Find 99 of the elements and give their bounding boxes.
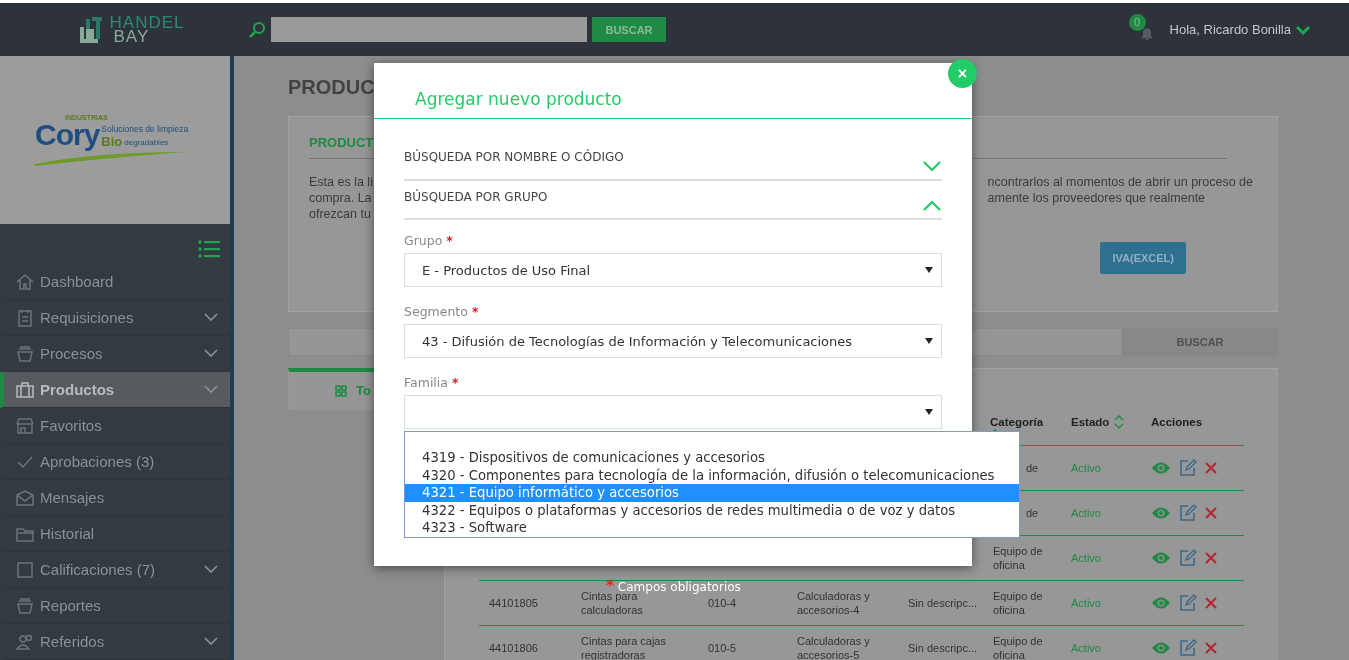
search-icon[interactable] [248,20,266,39]
eye-icon[interactable] [1151,506,1171,520]
close-button[interactable]: × [948,59,977,88]
caret-icon [925,338,933,344]
sidebar-item[interactable]: Calificaciones (7) [0,552,230,588]
chevron-down-icon[interactable] [204,637,218,646]
eye-icon[interactable] [1151,641,1171,655]
chevron-down-icon[interactable] [204,349,218,358]
logo-text: Soluciones de limpieza [101,124,189,135]
sidebar-item[interactable]: Aprobaciones (3) [0,444,230,480]
delete-icon[interactable] [1205,552,1217,564]
table-cell: Sin descripc... [908,597,978,609]
edit-icon[interactable] [1179,504,1197,522]
user-greeting[interactable]: Hola, Ricardo Bonilla [1169,22,1291,37]
table-cell: Sin descripc... [908,642,978,654]
excel-button[interactable]: IVA(EXCEL) [1100,242,1186,274]
sidebar-item[interactable]: Reportes [0,588,230,624]
chevron-up-icon[interactable] [922,200,942,212]
logo-text: BAY [113,29,150,44]
status-text: Activo [1071,597,1101,609]
clipboard-icon [15,307,35,328]
accordion-header[interactable]: BÚSQUEDA POR GRUPO [404,181,942,220]
sidebar-item[interactable]: Requisiciones [0,300,230,336]
dropdown-option[interactable]: 4320 - Componentes para tecnología de la información, difusión o telecomunicaciones [405,466,1019,484]
chevron-down-icon[interactable] [1295,24,1311,35]
table-cell: 010-5 [708,642,737,654]
eye-icon[interactable] [1151,596,1171,610]
sidebar-item[interactable]: Productos [0,372,230,408]
select-field[interactable] [404,395,942,429]
card-text: ncontrarlos al momentos de abrir un proceso de amente los proveedores que realmente [987,174,1253,207]
table-cell: 010-4 [708,597,737,609]
dropdown-option[interactable]: 4321 - Equipo informático y accesorios [405,484,1019,502]
table-cell: de [1026,462,1039,474]
status-text: Activo [1071,552,1101,564]
sidebar-item[interactable]: Historial [0,516,230,552]
status-text: Activo [1071,462,1101,474]
table-cell: 44101805 [489,597,538,609]
sort-icon[interactable] [1114,415,1125,429]
column-header[interactable]: Categoría [990,415,1044,429]
tray-icon [15,343,35,364]
table-cell: Calculadoras y accesorios-5 [797,635,870,660]
select-field[interactable]: E - Productos de Uso Final [404,253,942,287]
search-button[interactable]: BUSCAR [1122,328,1278,356]
eye-icon[interactable] [1151,461,1171,475]
sidebar-item[interactable]: Dashboard [0,264,230,300]
home-icon [15,271,35,292]
chevron-down-icon[interactable] [204,313,218,322]
store-icon [15,415,35,436]
notification-badge: 0 [1128,13,1146,31]
logo-text: Bio [101,135,123,148]
briefcase-icon [15,379,35,400]
edit-icon[interactable] [1179,459,1197,477]
envelope-icon [15,487,35,508]
dropdown-option[interactable]: 4323 - Software [405,519,1019,537]
tray-icon [15,595,35,616]
sidebar-item[interactable]: Favoritos [0,408,230,444]
eye-icon[interactable] [1151,551,1171,565]
caret-icon [925,267,933,273]
status-text: Activo [1071,507,1101,519]
required-mark: * [451,375,459,390]
card-text: Esta es la li compra. La ofrezcan tu [309,174,373,222]
field-label: Grupo [404,233,443,248]
page-title: PRODUC [288,76,375,100]
table-cell: Equipo de oficina [993,635,1043,660]
table-cell: Equipo de oficina [993,545,1043,571]
column-header[interactable]: Estado [1071,415,1110,429]
chevron-down-icon[interactable] [204,565,218,574]
delete-icon[interactable] [1205,597,1217,609]
caret-icon [925,409,933,415]
square-icon [15,559,35,580]
menu-icon[interactable] [198,240,220,258]
field-label: Segmento [404,304,468,319]
column-header[interactable]: Acciones [1151,415,1203,429]
dropdown-option[interactable]: 4319 - Dispositivos de comunicaciones y accesorios [405,449,1019,467]
delete-icon[interactable] [1205,462,1217,474]
table-cell: 44101806 [489,642,538,654]
select-field[interactable]: 43 - Difusión de Tecnologías de Información y Telecomunicaciones [404,324,942,358]
logo-text: degradables [124,137,169,148]
grid-icon [335,384,347,397]
chevron-down-icon[interactable] [922,160,942,172]
sidebar-item[interactable]: Referidos [0,624,230,660]
chevron-down-icon[interactable] [204,385,218,394]
accordion-header[interactable]: BÚSQUEDA POR NOMBRE O CÓDIGO [404,146,942,181]
edit-icon[interactable] [1179,594,1197,612]
search-field[interactable] [271,17,587,42]
required-mark: * [471,304,479,319]
logo-text: HANDEL [109,15,185,30]
dropdown-option[interactable]: 4322 - Equipos o plataformas y accesorios de redes multimedia o de voz y datos [405,501,1019,519]
table-cell: de [1026,507,1039,519]
delete-icon[interactable] [1205,507,1217,519]
required-mark: * [446,233,453,248]
sidebar-item[interactable]: Mensajes [0,480,230,516]
search-button[interactable]: BUSCAR [592,17,666,42]
table-cell: Equipo de oficina [993,590,1043,616]
table-cell: Calculadoras y accesorios-4 [797,590,870,616]
edit-icon[interactable] [1179,549,1197,567]
edit-icon[interactable] [1179,639,1197,657]
delete-icon[interactable] [1205,642,1217,654]
status-text: Activo [1071,642,1101,654]
